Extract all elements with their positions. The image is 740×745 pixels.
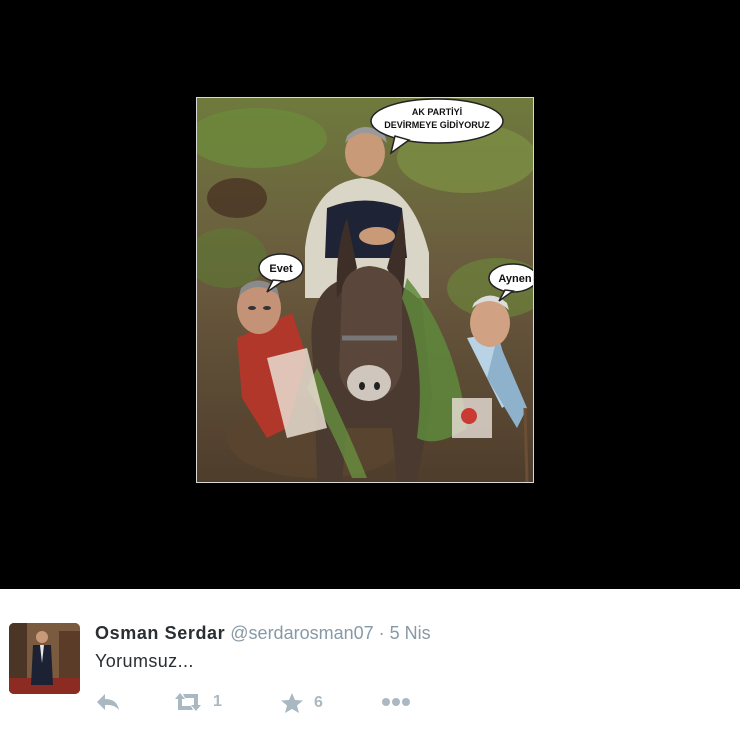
meme-image: AK PARTİYİ DEVİRMEYE GİDİYORUZ Evet Ayne…: [197, 98, 533, 482]
tweet-text: Yorumsuz...: [95, 651, 194, 671]
user-fullname[interactable]: Osman Serdar: [95, 623, 225, 643]
reply-icon: [95, 692, 121, 712]
retweet-count: 1: [213, 693, 222, 710]
tweet: Osman Serdar @serdarosman07 · 5 Nis Yoru…: [0, 589, 740, 745]
more-dots-icon: [381, 696, 411, 708]
favorite-button[interactable]: 6: [280, 692, 323, 714]
retweet-button[interactable]: 1: [173, 692, 222, 712]
favorite-count: 6: [314, 694, 323, 711]
more-button[interactable]: [381, 696, 411, 708]
bubble-left-text: Evet: [269, 263, 293, 275]
media-viewer: AK PARTİYİ DEVİRMEYE GİDİYORUZ Evet Ayne…: [0, 0, 740, 589]
user-handle[interactable]: @serdarosman07: [230, 623, 373, 643]
tweet-timestamp[interactable]: 5 Nis: [390, 623, 431, 643]
star-icon: [280, 692, 304, 714]
avatar-photo: [9, 623, 80, 694]
bubble-top-line1: AK PARTİYİ: [412, 107, 462, 117]
reply-button[interactable]: [95, 692, 121, 712]
avatar[interactable]: [9, 623, 80, 694]
bubble-right-text: Aynen: [498, 273, 531, 285]
retweet-icon: [173, 692, 203, 712]
tweet-header: Osman Serdar @serdarosman07 · 5 Nis: [95, 622, 431, 644]
tweet-photo[interactable]: AK PARTİYİ DEVİRMEYE GİDİYORUZ Evet Ayne…: [196, 97, 534, 483]
header-separator: ·: [378, 623, 385, 643]
bubble-top-line2: DEVİRMEYE GİDİYORUZ: [384, 120, 490, 130]
